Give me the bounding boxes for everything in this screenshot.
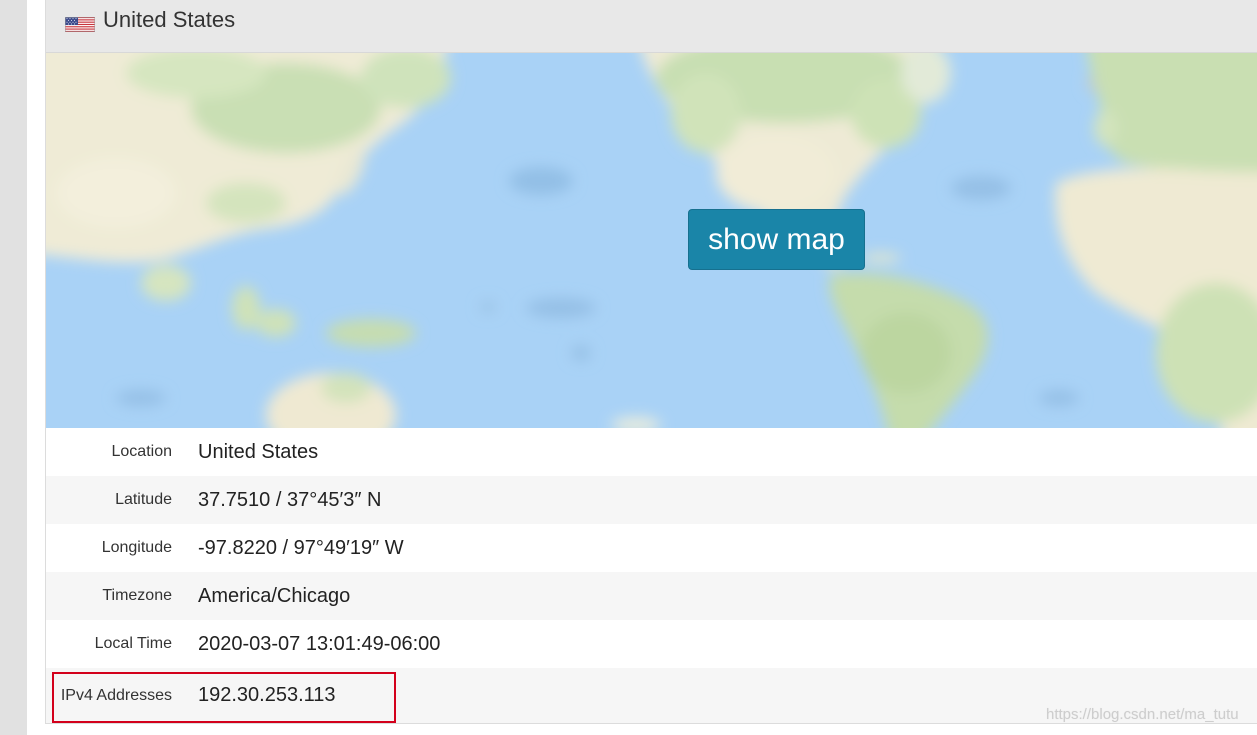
detail-label: Local Time bbox=[94, 635, 172, 652]
watermark-text: https://blog.csdn.net/ma_tutu bbox=[1046, 706, 1239, 723]
detail-row-latitude: Latitude 37.7510 / 37°45′3″ N bbox=[46, 476, 1257, 524]
detail-value: 2020-03-07 13:01:49-06:00 bbox=[198, 632, 441, 655]
detail-value: -97.8220 / 97°49′19″ W bbox=[198, 536, 404, 559]
detail-row-longitude: Longitude -97.8220 / 97°49′19″ W bbox=[46, 524, 1257, 572]
world-map-image bbox=[46, 53, 1257, 428]
detail-label: Latitude bbox=[115, 491, 172, 508]
panel-header: United States bbox=[46, 0, 1257, 53]
detail-row-location: Location United States bbox=[46, 428, 1257, 476]
detail-label: Longitude bbox=[101, 539, 172, 556]
us-flag-icon bbox=[65, 17, 95, 32]
detail-value[interactable]: 192.30.253.113 bbox=[184, 684, 336, 707]
detail-value: America/Chicago bbox=[198, 584, 351, 607]
country-title: United States bbox=[103, 7, 236, 32]
map-preview: show map bbox=[46, 53, 1257, 428]
detail-label: Location bbox=[111, 443, 173, 460]
detail-value: United States bbox=[198, 440, 319, 463]
detail-value: 37.7510 / 37°45′3″ N bbox=[198, 488, 382, 511]
detail-label: IPv4 Addresses bbox=[60, 686, 172, 704]
left-sidebar-strip bbox=[0, 0, 27, 735]
detail-row-timezone: Timezone America/Chicago bbox=[46, 572, 1257, 620]
ip-info-panel: United States show map Location United S… bbox=[45, 0, 1257, 724]
detail-label: Timezone bbox=[102, 587, 172, 604]
show-map-button[interactable]: show map bbox=[688, 209, 865, 270]
detail-row-local-time: Local Time 2020-03-07 13:01:49-06:00 bbox=[46, 620, 1257, 668]
